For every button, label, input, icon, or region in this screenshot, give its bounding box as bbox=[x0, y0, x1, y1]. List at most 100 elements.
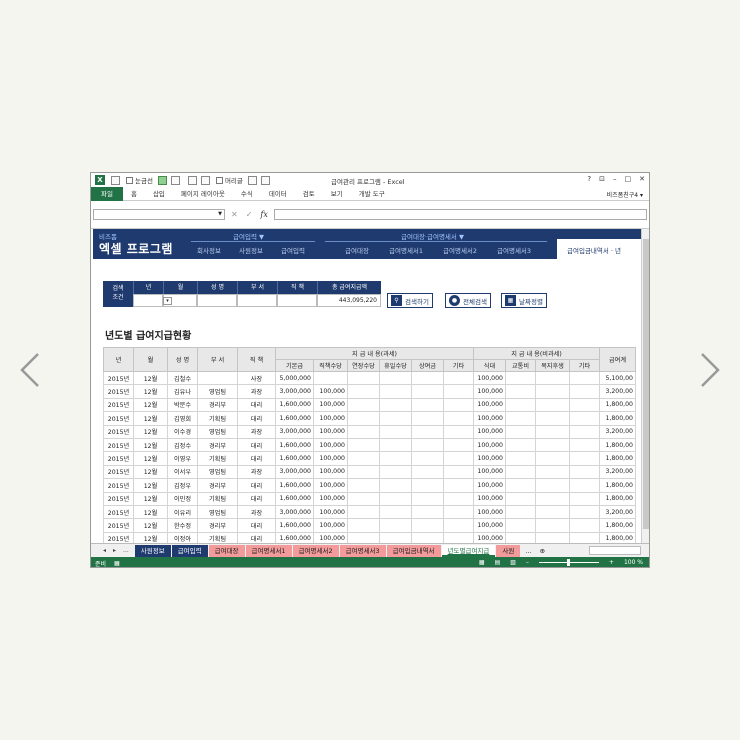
table-cell[interactable] bbox=[347, 397, 380, 413]
disk-icon[interactable] bbox=[187, 175, 197, 185]
vertical-scrollbar[interactable] bbox=[641, 229, 649, 543]
position-input[interactable] bbox=[277, 294, 317, 307]
table-cell[interactable]: 대리 bbox=[237, 531, 276, 543]
sheet-tab[interactable]: 년도별급여지급 bbox=[441, 544, 496, 557]
table-cell[interactable]: 12월 bbox=[133, 370, 168, 386]
table-cell[interactable] bbox=[443, 518, 474, 533]
table-cell[interactable] bbox=[535, 478, 570, 493]
table-cell[interactable]: 3,000,000 bbox=[275, 504, 314, 520]
table-cell[interactable]: 100,000 bbox=[313, 478, 348, 493]
table-cell[interactable]: 1,600,000 bbox=[275, 478, 314, 493]
sheet-tab[interactable]: 사원 bbox=[496, 544, 521, 557]
sheet-tab[interactable]: 급여명세서2 bbox=[292, 544, 339, 557]
table-cell[interactable]: 1,600,000 bbox=[275, 451, 314, 466]
table-cell[interactable] bbox=[379, 478, 412, 493]
sheet-tab[interactable]: 급여대장 bbox=[208, 544, 245, 557]
table-cell[interactable]: 2015년 bbox=[103, 397, 134, 413]
table-cell[interactable] bbox=[535, 491, 570, 506]
print-icon[interactable] bbox=[260, 175, 270, 185]
table-cell[interactable] bbox=[379, 424, 412, 439]
cancel-icon[interactable]: ✕ bbox=[231, 210, 238, 219]
table-cell[interactable]: 100,000 bbox=[473, 384, 506, 399]
table-cell[interactable]: 2015년 bbox=[103, 424, 134, 439]
table-cell[interactable] bbox=[569, 491, 600, 506]
table-cell[interactable]: 대리 bbox=[237, 518, 276, 533]
table-cell[interactable]: 100,000 bbox=[473, 504, 506, 520]
table-cell[interactable]: 영업팀 bbox=[197, 464, 238, 480]
next-arrow-icon[interactable] bbox=[698, 350, 722, 390]
table-cell[interactable]: 12월 bbox=[133, 384, 168, 399]
table-cell[interactable] bbox=[197, 370, 238, 386]
table-cell[interactable] bbox=[347, 411, 380, 426]
zoom-out-icon[interactable]: – bbox=[526, 559, 529, 566]
table-cell[interactable] bbox=[569, 518, 600, 533]
table-cell[interactable] bbox=[569, 504, 600, 520]
table-cell[interactable]: 대리 bbox=[237, 411, 276, 426]
tab-file[interactable]: 파일 bbox=[91, 186, 123, 201]
zoom-level[interactable]: 100 % bbox=[624, 559, 643, 566]
table-cell[interactable]: 김철수 bbox=[167, 370, 198, 386]
sheet-tab[interactable]: 급여명세서3 bbox=[339, 544, 386, 557]
table-cell[interactable] bbox=[505, 397, 536, 413]
table-cell[interactable]: 김유나 bbox=[167, 384, 198, 399]
table-cell[interactable]: 1,800,00 bbox=[599, 478, 636, 493]
table-cell[interactable]: 12월 bbox=[133, 531, 168, 543]
table-cell[interactable]: 3,200,00 bbox=[599, 464, 636, 480]
table-cell[interactable]: 100,000 bbox=[313, 424, 348, 439]
table-cell[interactable]: 김정우 bbox=[167, 478, 198, 493]
select-icon[interactable] bbox=[157, 175, 167, 185]
table-cell[interactable]: 이수경 bbox=[167, 424, 198, 439]
table-cell[interactable]: 2015년 bbox=[103, 370, 134, 386]
table-cell[interactable]: 2015년 bbox=[103, 437, 134, 453]
table-cell[interactable]: 과장 bbox=[237, 504, 276, 520]
table-cell[interactable] bbox=[347, 437, 380, 453]
table-cell[interactable] bbox=[443, 437, 474, 453]
table-cell[interactable] bbox=[443, 464, 474, 480]
table-cell[interactable] bbox=[505, 451, 536, 466]
table-cell[interactable] bbox=[443, 384, 474, 399]
table-cell[interactable]: 사장 bbox=[237, 370, 276, 386]
table-cell[interactable]: 100,000 bbox=[313, 451, 348, 466]
tab-data[interactable]: 데이터 bbox=[261, 187, 295, 201]
table-cell[interactable] bbox=[535, 504, 570, 520]
table-cell[interactable] bbox=[535, 531, 570, 543]
table-cell[interactable]: 2015년 bbox=[103, 411, 134, 426]
table-cell[interactable]: 이서우 bbox=[167, 464, 198, 480]
table-cell[interactable] bbox=[505, 424, 536, 439]
normal-view-icon[interactable]: ▦ bbox=[479, 559, 485, 566]
table-cell[interactable]: 12월 bbox=[133, 518, 168, 533]
table-cell[interactable] bbox=[535, 437, 570, 453]
table-cell[interactable] bbox=[443, 491, 474, 506]
table-cell[interactable]: 12월 bbox=[133, 464, 168, 480]
table-cell[interactable]: 100,000 bbox=[473, 478, 506, 493]
table-cell[interactable] bbox=[379, 384, 412, 399]
table-cell[interactable]: 100,000 bbox=[313, 384, 348, 399]
table-cell[interactable]: 1,600,000 bbox=[275, 518, 314, 533]
menu-group-input[interactable]: 급여입력 ▼ bbox=[233, 231, 264, 241]
table-cell[interactable]: 기획팀 bbox=[197, 411, 238, 426]
table-cell[interactable] bbox=[443, 424, 474, 439]
table-cell[interactable] bbox=[569, 424, 600, 439]
tab-next-icon[interactable]: ▸ bbox=[113, 547, 116, 554]
table-cell[interactable] bbox=[347, 424, 380, 439]
chevron-down-icon[interactable]: ▼ bbox=[218, 211, 222, 217]
table-cell[interactable] bbox=[535, 451, 570, 466]
table-cell[interactable] bbox=[443, 478, 474, 493]
month-dropdown-icon[interactable]: ▾ bbox=[163, 297, 172, 305]
table-cell[interactable]: 3,000,000 bbox=[275, 424, 314, 439]
table-cell[interactable]: 이유리 bbox=[167, 504, 198, 520]
table-cell[interactable]: 영업팀 bbox=[197, 384, 238, 399]
table-cell[interactable] bbox=[505, 411, 536, 426]
table-cell[interactable] bbox=[313, 370, 348, 386]
table-cell[interactable] bbox=[505, 384, 536, 399]
zoom-slider[interactable] bbox=[538, 559, 599, 566]
table-cell[interactable] bbox=[443, 370, 474, 386]
page-break-view-icon[interactable]: ▧ bbox=[510, 559, 516, 566]
table-cell[interactable]: 김영희 bbox=[167, 411, 198, 426]
tab-page-layout[interactable]: 페이지 레이아웃 bbox=[173, 187, 233, 201]
table-cell[interactable] bbox=[379, 397, 412, 413]
table-cell[interactable]: 2015년 bbox=[103, 518, 134, 533]
table-cell[interactable]: 김정수 bbox=[167, 437, 198, 453]
table-cell[interactable]: 2015년 bbox=[103, 491, 134, 506]
headings-checkbox[interactable] bbox=[215, 176, 223, 184]
